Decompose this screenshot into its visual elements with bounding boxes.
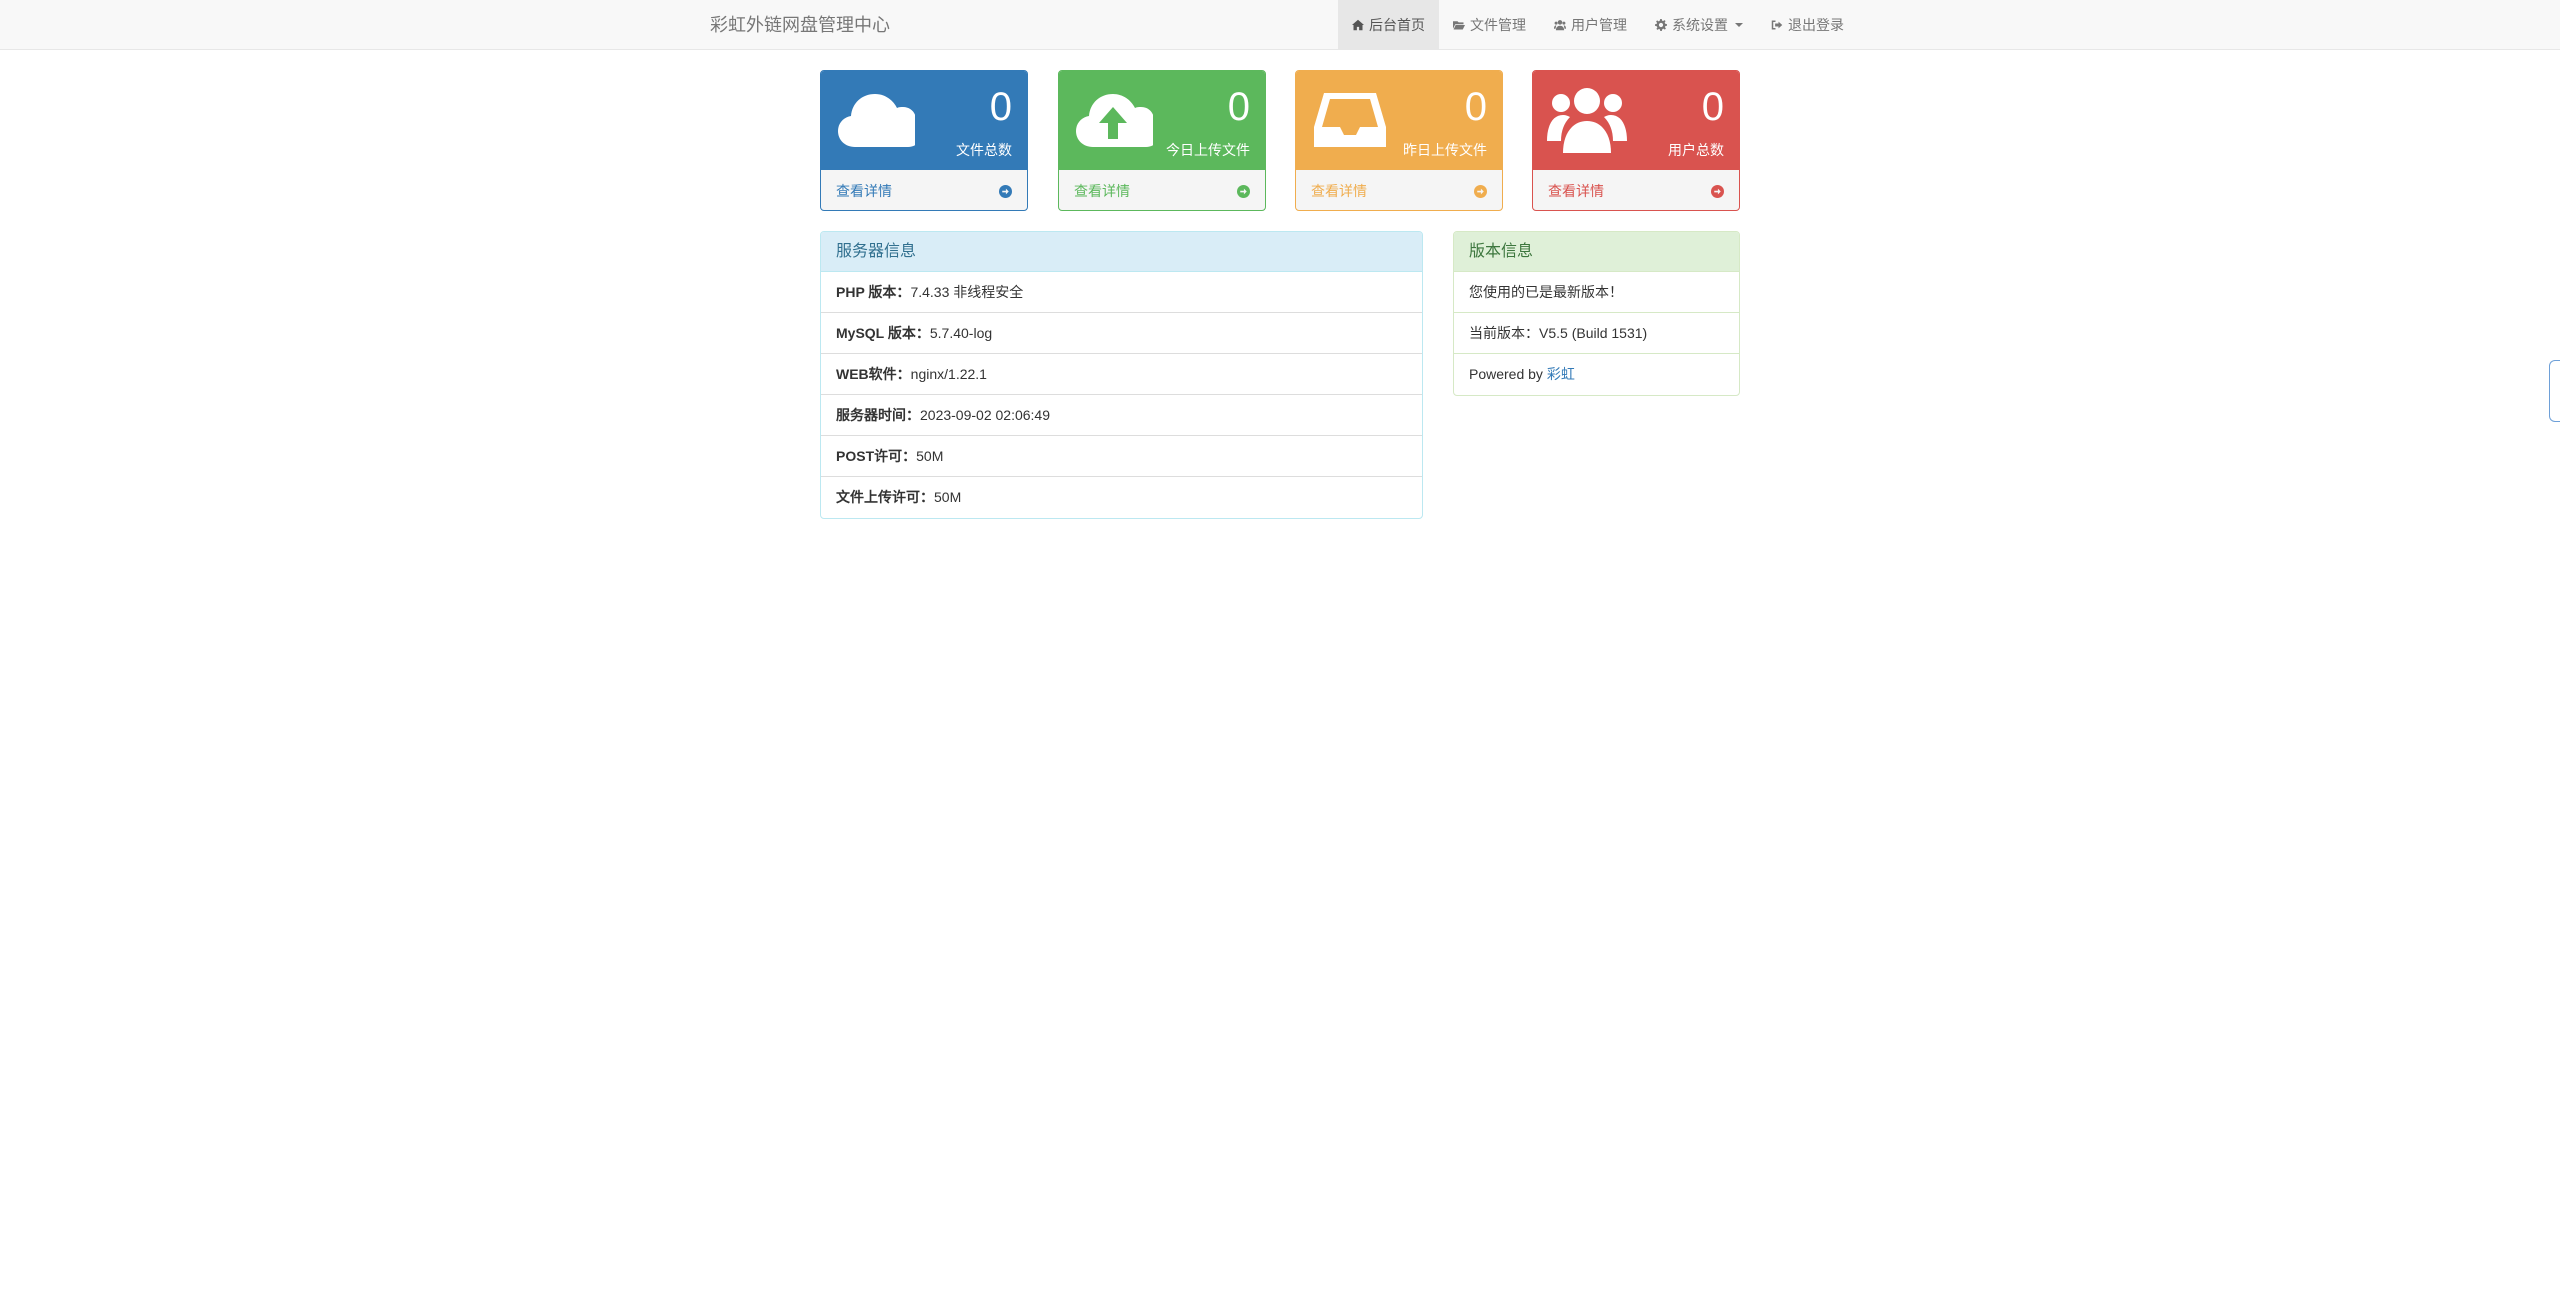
nav-home[interactable]: 后台首页 (1338, 0, 1439, 50)
current-version-row: 当前版本：V5.5 (Build 1531) (1454, 313, 1739, 354)
info-value: 7.4.33 非线程安全 (910, 284, 1024, 300)
info-label: WEB软件： (836, 366, 911, 382)
current-version-value: V5.5 (Build 1531) (1539, 325, 1648, 341)
users-icon (1547, 88, 1627, 153)
info-row-mysql: MySQL 版本：5.7.40-log (821, 313, 1422, 354)
stat-count: 0 (989, 85, 1012, 129)
version-info-panel: 版本信息 您使用的已是最新版本！ 当前版本：V5.5 (Build 1531) … (1453, 231, 1740, 396)
view-details-label: 查看详情 (1311, 183, 1367, 199)
arrow-circle-right-icon (999, 184, 1012, 198)
powered-by-row: Powered by 彩虹 (1454, 354, 1739, 395)
stat-card-total-files: 0 文件总数 查看详情 (820, 70, 1028, 211)
powered-by-link[interactable]: 彩虹 (1547, 366, 1575, 382)
info-value: 5.7.40-log (929, 325, 993, 341)
stat-card-head: 0 文件总数 (821, 71, 1027, 169)
info-value: nginx/1.22.1 (910, 366, 987, 382)
arrow-circle-right-icon (1237, 184, 1250, 198)
stat-caption: 文件总数 (956, 142, 1012, 158)
top-navbar: 彩虹外链网盘管理中心 后台首页 文件管理 用户管理 系统设置 退出登录 (0, 0, 2560, 50)
nav-files[interactable]: 文件管理 (1439, 0, 1540, 50)
arrow-circle-right-icon (1711, 184, 1724, 198)
view-details-label: 查看详情 (1548, 183, 1604, 199)
info-row-post-limit: POST许可：50M (821, 436, 1422, 477)
info-row-upload-limit: 文件上传许可：50M (821, 477, 1422, 518)
view-details-link[interactable]: 查看详情 (1059, 169, 1265, 210)
nav-settings-dropdown[interactable]: 系统设置 (1641, 0, 1757, 50)
info-value: 2023-09-02 02:06:49 (920, 407, 1050, 423)
arrow-circle-right-icon (1474, 184, 1487, 198)
nav-files-label: 文件管理 (1470, 17, 1526, 33)
cloud-upload-icon (1076, 94, 1153, 147)
latest-version-notice: 您使用的已是最新版本！ (1454, 272, 1739, 313)
view-details-link[interactable]: 查看详情 (821, 169, 1027, 210)
info-label: 文件上传许可： (836, 489, 934, 505)
nav-users-label: 用户管理 (1571, 17, 1627, 33)
info-value: 50M (916, 448, 944, 464)
home-icon (1352, 19, 1364, 31)
chevron-down-icon (1735, 23, 1743, 27)
info-row-server-time: 服务器时间：2023-09-02 02:06:49 (821, 395, 1422, 436)
stat-card-total-users: 0 用户总数 查看详情 (1532, 70, 1740, 211)
stat-caption: 用户总数 (1668, 142, 1724, 158)
nav-users[interactable]: 用户管理 (1540, 0, 1641, 50)
stat-caption: 今日上传文件 (1166, 142, 1250, 158)
view-details-label: 查看详情 (1074, 183, 1130, 199)
info-label: 服务器时间： (836, 407, 920, 423)
nav-logout-label: 退出登录 (1788, 17, 1844, 33)
view-details-label: 查看详情 (836, 183, 892, 199)
inbox-icon (1314, 93, 1386, 147)
gear-icon (1655, 19, 1667, 31)
nav-settings-label: 系统设置 (1672, 17, 1728, 33)
folder-open-icon (1453, 21, 1465, 30)
info-label: POST许可： (836, 448, 917, 464)
stat-card-today-uploads: 0 今日上传文件 查看详情 (1058, 70, 1266, 211)
powered-by-text: Powered by (1469, 366, 1547, 382)
info-row-web-software: WEB软件：nginx/1.22.1 (821, 354, 1422, 395)
side-panel-handle[interactable] (2549, 360, 2560, 422)
stat-caption: 昨日上传文件 (1403, 142, 1487, 158)
stat-card-head: 0 昨日上传文件 (1296, 71, 1502, 169)
view-details-link[interactable]: 查看详情 (1533, 169, 1739, 210)
info-value: 50M (934, 489, 962, 505)
main-nav: 后台首页 文件管理 用户管理 系统设置 退出登录 (1338, 0, 1858, 50)
info-label: MySQL 版本： (836, 325, 930, 341)
panel-title: 版本信息 (1454, 232, 1739, 272)
view-details-link[interactable]: 查看详情 (1296, 169, 1502, 210)
panel-title: 服务器信息 (821, 232, 1422, 272)
cloud-icon (838, 94, 915, 147)
info-row-php: PHP 版本：7.4.33 非线程安全 (821, 272, 1422, 313)
sign-out-icon (1771, 20, 1783, 30)
users-icon (1554, 20, 1566, 31)
brand-title[interactable]: 彩虹外链网盘管理中心 (710, 0, 890, 50)
current-version-label: 当前版本： (1469, 325, 1539, 341)
stat-count: 0 (1464, 85, 1487, 129)
stat-count: 0 (1701, 85, 1724, 129)
nav-home-label: 后台首页 (1369, 17, 1425, 33)
stat-card-head: 0 用户总数 (1533, 71, 1739, 169)
nav-logout[interactable]: 退出登录 (1757, 0, 1858, 50)
stat-card-head: 0 今日上传文件 (1059, 71, 1265, 169)
stat-card-yesterday-uploads: 0 昨日上传文件 查看详情 (1295, 70, 1503, 211)
info-label: PHP 版本： (836, 284, 911, 300)
stat-count: 0 (1227, 85, 1250, 129)
server-info-panel: 服务器信息 PHP 版本：7.4.33 非线程安全 MySQL 版本：5.7.4… (820, 231, 1423, 519)
